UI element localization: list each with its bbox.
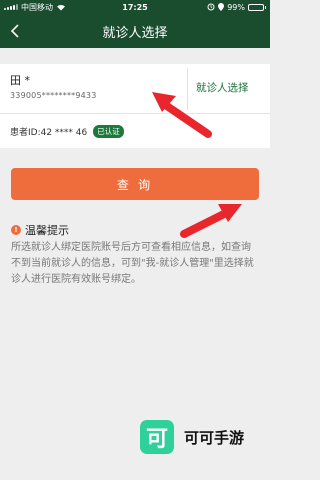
tips-body: 所选就诊人绑定医院账号后方可查看相应信息，如查询 不到当前就诊人的信息，可到"我… <box>11 242 254 285</box>
watermark-text: 可可手游 <box>184 428 245 447</box>
tips-title: 温馨提示 <box>25 224 69 237</box>
wifi-icon <box>57 4 65 11</box>
status-bar: 中国移动 17:25 99% <box>0 0 270 14</box>
tips-header: ! 温馨提示 <box>11 222 69 238</box>
annotation-arrow-icon <box>152 92 212 138</box>
carrier-label: 中国移动 <box>21 2 53 12</box>
signal-icon <box>4 4 18 10</box>
patient-card[interactable]: 田 * 339005********9433 就诊人选择 患者ID:42 ***… <box>0 64 270 148</box>
status-right: 99% <box>176 3 266 12</box>
status-time: 17:25 <box>122 2 148 12</box>
chevron-left-icon <box>11 24 19 38</box>
watermark-logo: 可 <box>140 420 174 454</box>
verified-badge: 已认证 <box>93 124 124 138</box>
nav-bar: 就诊人选择 <box>0 14 270 48</box>
patient-card-top: 田 * 339005********9433 就诊人选择 <box>0 64 270 114</box>
location-icon <box>218 3 225 11</box>
back-button[interactable] <box>0 14 30 48</box>
patient-card-bottom: 患者ID:42 **** 46 已认证 <box>0 114 270 148</box>
battery-percent: 99% <box>227 2 245 12</box>
info-icon: ! <box>11 225 21 235</box>
alarm-icon <box>207 3 215 11</box>
annotation-arrow-icon <box>180 204 242 238</box>
page-title: 就诊人选择 <box>102 25 168 41</box>
patient-name: 田 * <box>10 74 30 87</box>
patient-record-id: 患者ID:42 **** 46 <box>10 127 88 138</box>
battery-icon <box>248 3 266 11</box>
watermark: 可 可可手游 <box>140 420 244 454</box>
patient-id-number: 339005********9433 <box>10 91 97 100</box>
status-left: 中国移动 <box>4 2 94 13</box>
query-button[interactable]: 查 询 <box>11 168 259 200</box>
